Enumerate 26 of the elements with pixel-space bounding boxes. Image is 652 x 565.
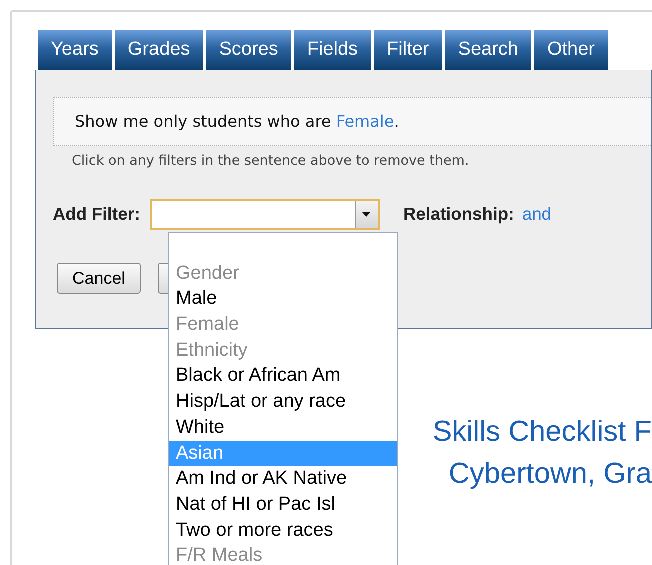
tab[interactable]: Grades [114,30,204,70]
tab[interactable]: Years [38,30,112,70]
report-title: Skills Checklist F [432,415,652,450]
dropdown-option[interactable]: Black or African Am [169,363,397,390]
relationship-link[interactable]: and [522,204,552,225]
dropdown-option[interactable]: Nat of HI or Pac Isl [169,492,397,518]
dropdown-option[interactable]: White [169,414,397,440]
dropdown-option[interactable]: Hisp/Lat or any race [169,389,397,415]
tab[interactable]: Other [534,30,608,70]
dropdown-option[interactable]: Male [169,286,397,312]
tab[interactable]: Scores [206,30,292,70]
cancel-button[interactable]: Cancel [57,263,141,294]
option-group-label: Gender [175,262,240,286]
tab[interactable]: Search [445,30,532,70]
tab[interactable]: Fields [294,30,372,70]
filter-link[interactable]: Female [336,112,394,131]
option-group-label: F/R Meals [175,544,264,565]
dropdown-option[interactable]: Am Ind or AK Native [169,466,397,492]
report-title: Cybertown, Gra [448,457,652,492]
option-group-label: Ethnicity [175,338,249,363]
relationship-label: Relationship: [404,204,514,225]
dropdown-option[interactable]: Two or more races [169,518,397,544]
add-filter-label: Add Filter: [53,204,140,225]
tab[interactable]: Filter [374,30,442,70]
hint-text: Click on any filters in the sentence above to remove them. [72,153,470,169]
filter-sentence: Show me only students who are Female. [75,112,400,131]
